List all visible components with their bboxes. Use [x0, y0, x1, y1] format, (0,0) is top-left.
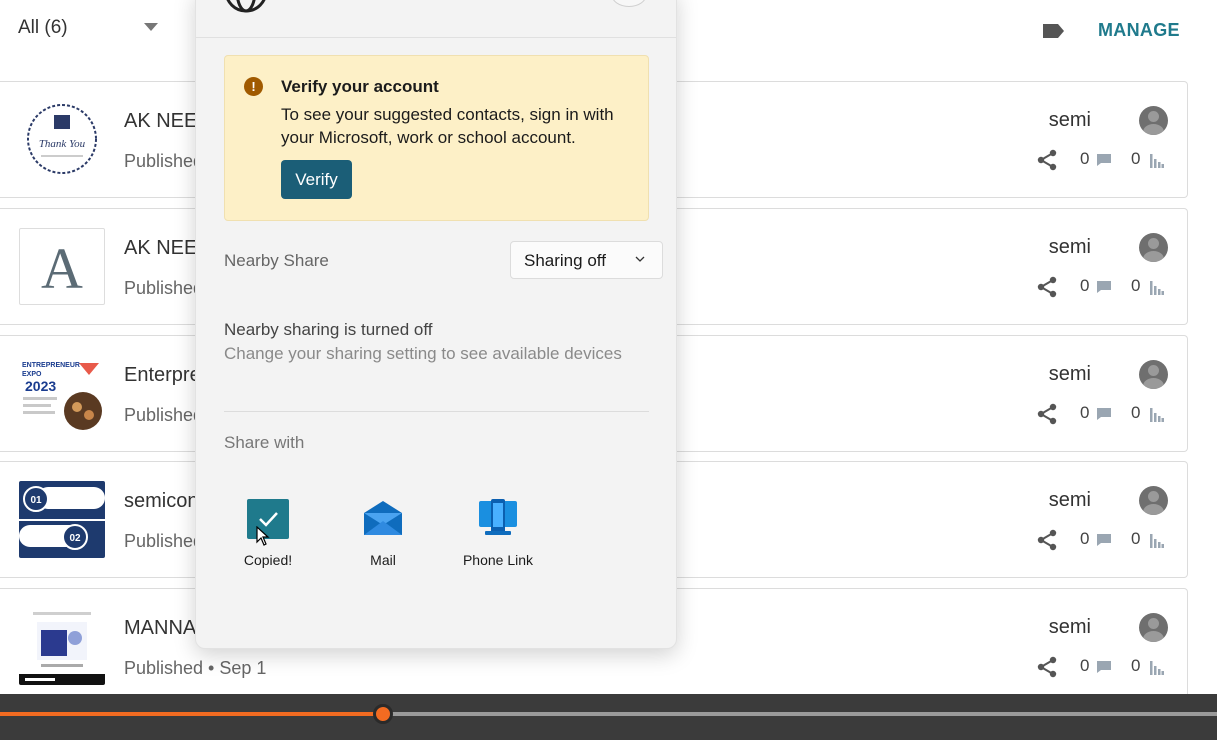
mouse-cursor-icon — [256, 526, 270, 546]
author-name: semi — [1048, 236, 1091, 258]
share-icon[interactable] — [1035, 655, 1059, 679]
thumbnail[interactable]: Thank You — [19, 101, 105, 178]
comment-count: 0 — [1080, 656, 1090, 675]
author-name: semi — [1048, 616, 1091, 638]
warning-icon: ! — [244, 77, 263, 96]
avatar — [1139, 486, 1168, 515]
stats-icon — [1150, 281, 1164, 295]
share-icon[interactable] — [1035, 528, 1059, 552]
avatar — [1139, 613, 1168, 642]
comment-count: 0 — [1080, 529, 1090, 548]
view-count: 0 — [1131, 403, 1141, 422]
phone-link-icon — [479, 499, 517, 535]
comment-icon — [1097, 534, 1111, 546]
globe-icon — [226, 0, 266, 13]
item-title[interactable]: semicon — [124, 490, 198, 513]
comment-icon — [1097, 661, 1111, 673]
share-icon[interactable] — [1035, 148, 1059, 172]
mail-icon — [364, 501, 402, 535]
nearby-share-label: Nearby Share — [224, 251, 329, 270]
thumb-text: ENTREPRENEUR — [22, 362, 80, 369]
phone-link-share-button[interactable]: Phone Link — [448, 499, 548, 568]
tag-icon[interactable] — [1041, 22, 1065, 40]
app-label: Copied! — [243, 552, 293, 568]
item-title[interactable]: Enterpre — [124, 364, 201, 387]
stats-icon — [1150, 408, 1164, 422]
stats-icon — [1150, 661, 1164, 675]
share-icon[interactable] — [1035, 402, 1059, 426]
comment-count: 0 — [1080, 276, 1090, 295]
view-count: 0 — [1131, 529, 1141, 548]
avatar — [1139, 360, 1168, 389]
mail-share-button[interactable]: Mail — [333, 499, 433, 568]
comment-icon — [1097, 154, 1111, 166]
share-flyout: ! Verify your account To see your sugges… — [195, 0, 677, 649]
thumb-text: EXPO — [22, 371, 42, 378]
avatar — [1139, 106, 1168, 135]
item-status: Published — [124, 151, 204, 171]
caret-down-icon[interactable] — [144, 23, 158, 31]
thumb-text: Thank You — [39, 138, 86, 150]
thumb-text: 2023 — [25, 378, 56, 394]
app-label: Mail — [370, 552, 396, 568]
comment-icon — [1097, 281, 1111, 293]
app-label: Phone Link — [462, 552, 534, 568]
nearby-share-value: Sharing off — [524, 251, 606, 270]
filter-dropdown[interactable]: All (6) — [18, 17, 68, 39]
stats-icon — [1150, 154, 1164, 168]
item-status: Published — [124, 405, 204, 425]
chevron-down-icon — [635, 256, 645, 262]
header-divider — [196, 37, 676, 38]
author-name: semi — [1048, 489, 1091, 511]
thumb-letter: A — [41, 236, 83, 301]
verify-button[interactable]: Verify — [281, 160, 352, 199]
author-name: semi — [1048, 363, 1091, 385]
thumb-text: 01 — [30, 495, 42, 506]
thumbnail[interactable]: A — [19, 228, 105, 305]
verify-message: To see your suggested contacts, sign in … — [281, 105, 614, 147]
thumbnail[interactable]: ENTREPRENEUR EXPO 2023 — [19, 355, 105, 432]
view-count: 0 — [1131, 149, 1141, 168]
media-controls — [0, 694, 1217, 740]
stats-icon — [1150, 534, 1164, 548]
item-status: Published — [124, 531, 204, 551]
item-status: Published • Sep 1 — [124, 658, 267, 678]
thumbnail[interactable] — [19, 608, 105, 685]
avatar — [1139, 233, 1168, 262]
author-name: semi — [1048, 109, 1091, 131]
item-status: Published — [124, 278, 204, 298]
view-count: 0 — [1131, 656, 1141, 675]
close-button[interactable] — [611, 0, 647, 7]
nearby-off-subtitle: Change your sharing setting to see avail… — [224, 344, 622, 363]
item-title[interactable]: MANNA — [124, 617, 196, 640]
view-count: 0 — [1131, 276, 1141, 295]
thumb-text: 02 — [69, 533, 81, 544]
manage-button[interactable]: MANAGE — [1098, 20, 1180, 41]
verify-banner: ! Verify your account To see your sugges… — [224, 55, 649, 221]
share-with-label: Share with — [224, 433, 305, 452]
verify-title: Verify your account — [281, 77, 439, 96]
seek-progress — [0, 712, 384, 716]
comment-icon — [1097, 408, 1111, 420]
share-icon[interactable] — [1035, 275, 1059, 299]
section-divider — [224, 411, 649, 412]
thumbnail[interactable]: 01 02 — [19, 481, 105, 558]
nearby-share-dropdown[interactable]: Sharing off — [510, 241, 663, 279]
comment-count: 0 — [1080, 403, 1090, 422]
nearby-off-title: Nearby sharing is turned off — [224, 320, 433, 339]
comment-count: 0 — [1080, 149, 1090, 168]
